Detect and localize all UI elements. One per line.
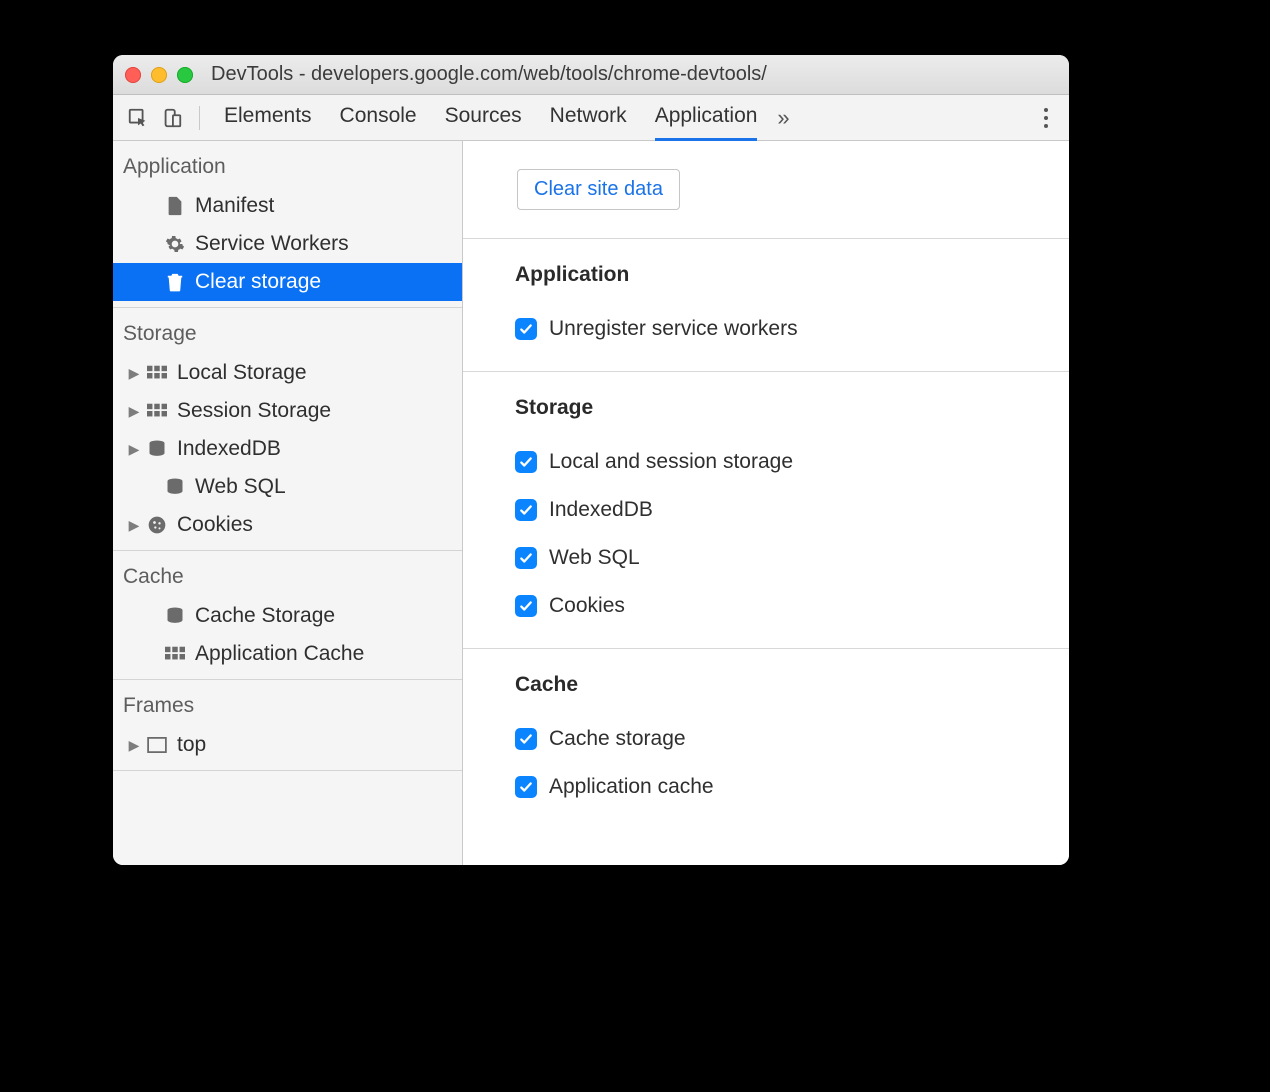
sidebar-item-top[interactable]: ▶ top bbox=[113, 726, 462, 764]
panel-tabs: Elements Console Sources Network Applica… bbox=[224, 95, 757, 141]
close-window-button[interactable] bbox=[125, 67, 141, 83]
sidebar-item-application-cache[interactable]: Application Cache bbox=[113, 635, 462, 673]
checkbox-row[interactable]: Cookies bbox=[515, 582, 1069, 630]
checkbox-label: Cookies bbox=[549, 594, 625, 618]
cookie-icon bbox=[145, 513, 169, 537]
sidebar-item-label: Session Storage bbox=[177, 399, 331, 423]
sidebar-item-label: Manifest bbox=[195, 194, 274, 218]
grid-icon bbox=[145, 399, 169, 423]
checkbox-label: Local and session storage bbox=[549, 450, 793, 474]
tab-network[interactable]: Network bbox=[550, 95, 627, 141]
sidebar-item-manifest[interactable]: Manifest bbox=[113, 187, 462, 225]
sidebar-item-service-workers[interactable]: Service Workers bbox=[113, 225, 462, 263]
inspect-element-icon[interactable] bbox=[123, 103, 153, 133]
section-cache: Cache Cache storage Application cache bbox=[463, 648, 1069, 829]
database-icon bbox=[163, 604, 187, 628]
disclosure-triangle-icon[interactable]: ▶ bbox=[125, 403, 143, 420]
checkbox[interactable] bbox=[515, 547, 537, 569]
window-controls bbox=[125, 67, 193, 83]
sidebar-group-title: Application bbox=[113, 141, 462, 187]
maximize-window-button[interactable] bbox=[177, 67, 193, 83]
document-icon bbox=[163, 194, 187, 218]
frame-icon bbox=[145, 733, 169, 757]
clear-storage-pane: Clear site data Application Unregister se… bbox=[463, 141, 1069, 865]
checkbox-label: Application cache bbox=[549, 775, 714, 799]
database-icon bbox=[145, 437, 169, 461]
sidebar-group-application: Application Manifest Service Workers Clear … bbox=[113, 141, 462, 308]
sidebar-item-label: Local Storage bbox=[177, 361, 307, 385]
grid-icon bbox=[145, 361, 169, 385]
window-title: DevTools - developers.google.com/web/too… bbox=[211, 63, 767, 86]
sidebar-item-local-storage[interactable]: ▶ Local Storage bbox=[113, 354, 462, 392]
checkbox-row[interactable]: Local and session storage bbox=[515, 438, 1069, 486]
tab-elements[interactable]: Elements bbox=[224, 95, 312, 141]
application-sidebar: Application Manifest Service Workers Clear … bbox=[113, 141, 463, 865]
sidebar-item-label: IndexedDB bbox=[177, 437, 281, 461]
sidebar-item-cookies[interactable]: ▶ Cookies bbox=[113, 506, 462, 544]
checkbox[interactable] bbox=[515, 318, 537, 340]
trash-icon bbox=[163, 270, 187, 294]
checkbox-row[interactable]: Application cache bbox=[515, 763, 1069, 811]
database-icon bbox=[163, 475, 187, 499]
checkbox-label: Cache storage bbox=[549, 727, 686, 751]
tab-application[interactable]: Application bbox=[655, 95, 758, 141]
sidebar-item-label: top bbox=[177, 733, 206, 757]
kebab-menu-icon[interactable] bbox=[1031, 103, 1061, 133]
toolbar-separator bbox=[199, 106, 200, 130]
more-tabs-icon[interactable]: » bbox=[777, 105, 789, 131]
minimize-window-button[interactable] bbox=[151, 67, 167, 83]
checkbox-label: IndexedDB bbox=[549, 498, 653, 522]
devtools-toolbar: Elements Console Sources Network Applica… bbox=[113, 95, 1069, 141]
gear-icon bbox=[163, 232, 187, 256]
checkbox-row[interactable]: Unregister service workers bbox=[515, 305, 1069, 353]
checkbox[interactable] bbox=[515, 776, 537, 798]
sidebar-item-clear-storage[interactable]: Clear storage bbox=[113, 263, 462, 301]
clear-site-data-wrap: Clear site data bbox=[463, 141, 1069, 238]
sidebar-group-title: Frames bbox=[113, 680, 462, 726]
devtools-window: DevTools - developers.google.com/web/too… bbox=[113, 55, 1069, 865]
checkbox-row[interactable]: Web SQL bbox=[515, 534, 1069, 582]
sidebar-item-label: Cache Storage bbox=[195, 604, 335, 628]
sidebar-item-label: Cookies bbox=[177, 513, 253, 537]
sidebar-item-label: Web SQL bbox=[195, 475, 286, 499]
clear-site-data-button[interactable]: Clear site data bbox=[517, 169, 680, 210]
disclosure-triangle-icon[interactable]: ▶ bbox=[125, 737, 143, 754]
sidebar-group-cache: Cache Cache Storage Application Cache bbox=[113, 551, 462, 680]
device-toolbar-icon[interactable] bbox=[157, 103, 187, 133]
checkbox[interactable] bbox=[515, 451, 537, 473]
section-title: Application bbox=[515, 263, 1069, 287]
sidebar-item-label: Application Cache bbox=[195, 642, 364, 666]
grid-icon bbox=[163, 642, 187, 666]
checkbox-row[interactable]: IndexedDB bbox=[515, 486, 1069, 534]
titlebar: DevTools - developers.google.com/web/too… bbox=[113, 55, 1069, 95]
sidebar-group-frames: Frames ▶ top bbox=[113, 680, 462, 771]
checkbox-label: Unregister service workers bbox=[549, 317, 798, 341]
checkbox[interactable] bbox=[515, 728, 537, 750]
checkbox-row[interactable]: Cache storage bbox=[515, 715, 1069, 763]
sidebar-group-title: Cache bbox=[113, 551, 462, 597]
section-storage: Storage Local and session storage IndexedD… bbox=[463, 371, 1069, 648]
section-title: Cache bbox=[515, 673, 1069, 697]
panel-body: Application Manifest Service Workers Clear … bbox=[113, 141, 1069, 865]
sidebar-item-label: Service Workers bbox=[195, 232, 349, 256]
checkbox-label: Web SQL bbox=[549, 546, 640, 570]
section-title: Storage bbox=[515, 396, 1069, 420]
disclosure-triangle-icon[interactable]: ▶ bbox=[125, 365, 143, 382]
disclosure-triangle-icon[interactable]: ▶ bbox=[125, 441, 143, 458]
checkbox[interactable] bbox=[515, 499, 537, 521]
sidebar-item-cache-storage[interactable]: Cache Storage bbox=[113, 597, 462, 635]
sidebar-group-title: Storage bbox=[113, 308, 462, 354]
sidebar-item-label: Clear storage bbox=[195, 270, 321, 294]
sidebar-item-web-sql[interactable]: Web SQL bbox=[113, 468, 462, 506]
tab-sources[interactable]: Sources bbox=[445, 95, 522, 141]
checkbox[interactable] bbox=[515, 595, 537, 617]
sidebar-group-storage: Storage ▶ Local Storage ▶ Session Storage ▶ In… bbox=[113, 308, 462, 551]
sidebar-item-indexeddb[interactable]: ▶ IndexedDB bbox=[113, 430, 462, 468]
tab-console[interactable]: Console bbox=[340, 95, 417, 141]
sidebar-item-session-storage[interactable]: ▶ Session Storage bbox=[113, 392, 462, 430]
section-application: Application Unregister service workers bbox=[463, 238, 1069, 371]
disclosure-triangle-icon[interactable]: ▶ bbox=[125, 517, 143, 534]
